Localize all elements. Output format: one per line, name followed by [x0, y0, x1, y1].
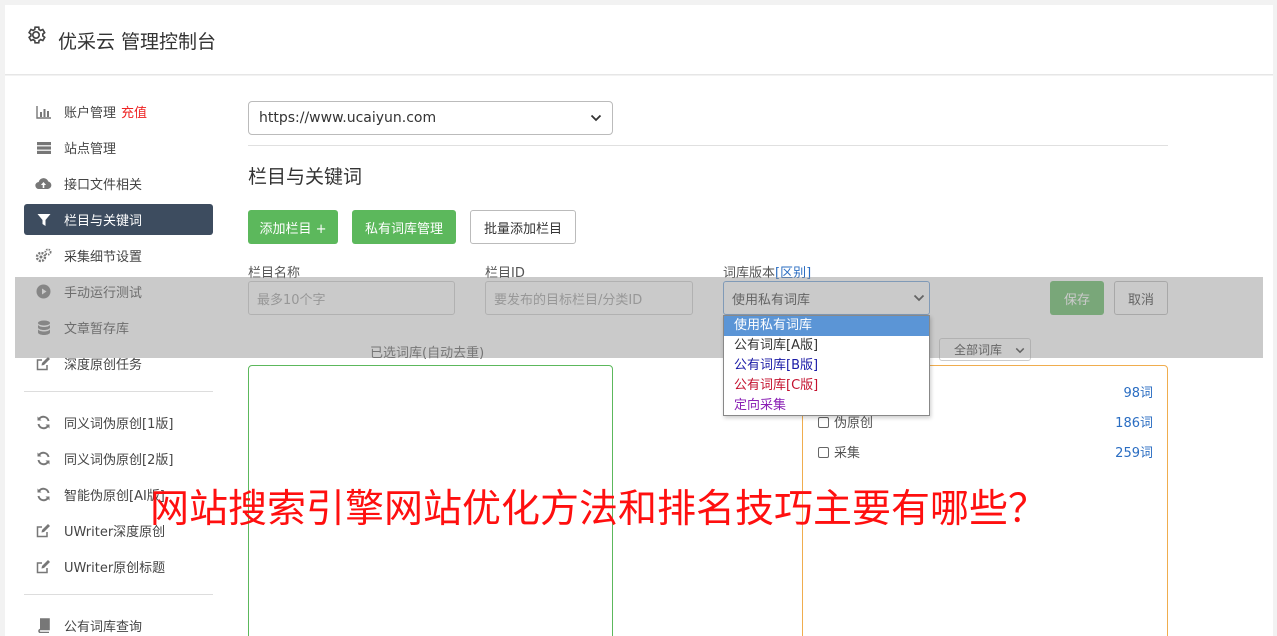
- sidebar-item-uwriter-title[interactable]: UWriter原创标题: [24, 551, 213, 582]
- refresh-icon: [35, 486, 52, 503]
- sidebar-item-label: 账户管理: [64, 106, 117, 121]
- lib-row-count[interactable]: 259词: [1115, 442, 1153, 461]
- sidebar-item-label: 采集细节设置: [64, 250, 143, 265]
- site-select[interactable]: https://www.ucaiyun.com: [248, 101, 613, 135]
- sidebar-divider: [24, 391, 213, 392]
- sidebar-item-label: 接口文件相关: [64, 178, 143, 193]
- section-title: 栏目与关键词: [248, 166, 363, 188]
- dropdown-option[interactable]: 公有词库[C版]: [724, 376, 929, 396]
- sidebar: 账户管理 充值 站点管理 接口文件相关 栏目与关键词 采集细节设置 手动运行测试…: [24, 96, 213, 636]
- filter-icon: [35, 211, 52, 228]
- chevron-down-icon: [590, 110, 602, 126]
- recharge-link[interactable]: 充值: [121, 102, 147, 121]
- lib-row[interactable]: 采集 259词: [818, 442, 1153, 461]
- private-lib-button[interactable]: 私有词库管理: [352, 210, 456, 244]
- dropdown-option[interactable]: 公有词库[A版]: [724, 336, 929, 356]
- add-column-button[interactable]: 添加栏目 +: [248, 210, 338, 244]
- sidebar-divider: [24, 594, 213, 595]
- bar-chart-icon: [35, 103, 52, 120]
- lib-row-label: 采集: [834, 446, 861, 461]
- lib-row-count[interactable]: 186词: [1115, 412, 1153, 431]
- sidebar-item-label: 栏目与关键词: [64, 214, 143, 229]
- top-header: 优采云 管理控制台: [5, 5, 1273, 75]
- sidebar-item-synonym-v2[interactable]: 同义词伪原创[2版]: [24, 443, 213, 474]
- checkbox[interactable]: [818, 417, 829, 428]
- sidebar-item-label: UWriter原创标题: [64, 561, 166, 576]
- lib-row-option[interactable]: 采集: [818, 442, 860, 461]
- dropdown-option[interactable]: 定向采集: [724, 396, 929, 416]
- sidebar-item-label: 同义词伪原创[2版]: [64, 453, 174, 468]
- sidebar-item-label: 同义词伪原创[1版]: [64, 417, 174, 432]
- refresh-icon: [35, 450, 52, 467]
- banner-headline: 网站搜索引擎网站优化方法和排名技巧主要有哪些？: [150, 487, 1048, 532]
- app-title: 优采云 管理控制台: [58, 31, 217, 53]
- edit-icon: [35, 558, 52, 575]
- refresh-icon: [35, 414, 52, 431]
- sidebar-item-columns[interactable]: 栏目与关键词: [24, 204, 213, 235]
- sidebar-item-interface[interactable]: 接口文件相关: [24, 168, 213, 199]
- cogs-icon: [35, 247, 52, 264]
- edit-icon: [35, 522, 52, 539]
- sidebar-item-account[interactable]: 账户管理 充值: [24, 96, 213, 127]
- divider: [248, 145, 1168, 146]
- checkbox[interactable]: [818, 447, 829, 458]
- sidebar-item-public-lib[interactable]: 公有词库查询: [24, 610, 213, 636]
- sidebar-item-label: 站点管理: [64, 142, 117, 157]
- book-icon: [35, 617, 52, 634]
- sidebar-item-label: 公有词库查询: [64, 620, 143, 635]
- lib-row-count[interactable]: 98词: [1123, 382, 1153, 401]
- gear-icon: [25, 24, 47, 46]
- cloud-upload-icon: [35, 175, 52, 192]
- batch-add-button[interactable]: 批量添加栏目: [470, 210, 576, 244]
- lib-row-label: 伪原创: [834, 416, 874, 431]
- sidebar-item-synonym-v1[interactable]: 同义词伪原创[1版]: [24, 407, 213, 438]
- dropdown-option[interactable]: 使用私有词库: [724, 316, 929, 336]
- sidebar-item-sites[interactable]: 站点管理: [24, 132, 213, 163]
- server-icon: [35, 139, 52, 156]
- site-select-value: https://www.ucaiyun.com: [259, 110, 437, 126]
- dropdown-option[interactable]: 公有词库[B版]: [724, 356, 929, 376]
- lib-version-dropdown[interactable]: 使用私有词库 公有词库[A版] 公有词库[B版] 公有词库[C版] 定向采集: [723, 315, 930, 416]
- modal-overlay-band: [15, 277, 1263, 358]
- sidebar-item-collect-settings[interactable]: 采集细节设置: [24, 240, 213, 271]
